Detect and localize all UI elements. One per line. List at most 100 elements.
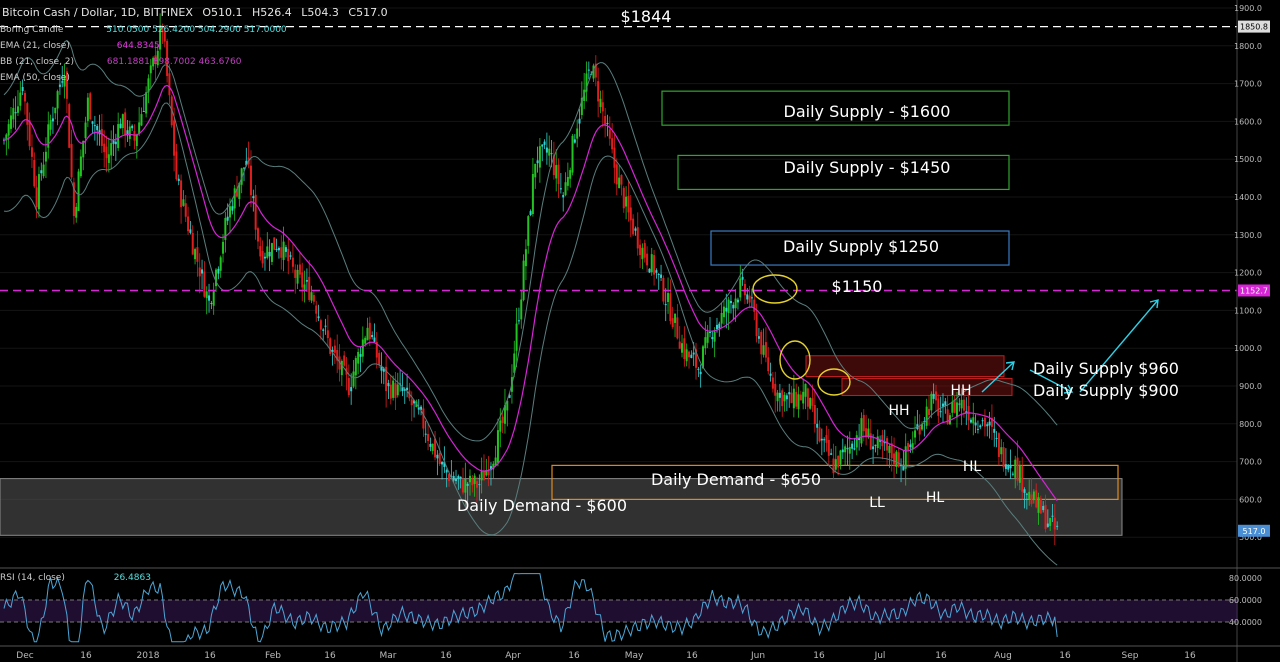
candle-body [343, 355, 346, 366]
candle-body [764, 342, 767, 358]
candle-body [562, 194, 565, 198]
candle-body [739, 278, 742, 298]
candle-body [802, 391, 805, 404]
candle-body [1049, 518, 1052, 526]
candle-body [953, 399, 956, 413]
candle-body [625, 196, 628, 207]
symbol-title[interactable]: Bitcoin Cash / Dollar, 1D, BITFINEX [2, 6, 193, 19]
candle-body [277, 247, 280, 251]
candle-body [566, 176, 569, 186]
candle-body [1011, 473, 1014, 475]
ohlc-close: C517.0 [348, 6, 388, 19]
candle-body [305, 280, 308, 282]
candle-body [357, 351, 360, 364]
candle-body [750, 297, 753, 299]
candle-body [496, 430, 499, 463]
candle-body [799, 394, 802, 401]
candle-body [233, 188, 236, 209]
candle-body [813, 404, 816, 424]
candle-body [469, 475, 471, 483]
price-tick-label: 600.0 [1239, 495, 1262, 504]
candle-body [180, 180, 183, 208]
legend-rsi[interactable]: RSI (14, close) 26.4863 [0, 573, 151, 583]
candle-body [774, 383, 777, 396]
candle-body [37, 174, 40, 210]
candle-body [84, 122, 87, 139]
candle-body [653, 255, 656, 275]
candle-body [501, 416, 504, 423]
candle-body [639, 244, 642, 256]
candle-body [392, 380, 395, 398]
candle-body [226, 216, 229, 221]
candle-body [368, 322, 371, 340]
candle-body [886, 438, 889, 451]
candle-body [23, 92, 26, 102]
candle-body [981, 420, 984, 422]
candle-body [263, 256, 266, 259]
candle-body [941, 403, 944, 407]
candle-body [762, 345, 765, 355]
legend-ema21[interactable]: EMA (21, close) 644.8345 [0, 41, 160, 51]
candle-body [438, 452, 441, 464]
candle-body [646, 253, 649, 266]
candle-body [319, 320, 322, 330]
candle-body [860, 418, 863, 444]
candle-body [622, 187, 625, 209]
candle-body [58, 84, 61, 87]
candle-body [939, 411, 942, 413]
candle-body [846, 448, 849, 450]
candle-body [168, 73, 171, 96]
candle-body [576, 128, 579, 139]
candle-body [1035, 490, 1038, 508]
candle-body [676, 317, 679, 339]
candle-body [96, 126, 99, 131]
candle-body [315, 305, 318, 314]
candle-body [1039, 498, 1042, 514]
time-tick-label: 16 [1059, 651, 1071, 661]
legend-boring-candle[interactable]: Boring Candle 510.0500 526.4200 504.2900… [0, 25, 287, 35]
candle-body [145, 92, 148, 114]
legend-ema50[interactable]: EMA (50, close) [0, 73, 70, 83]
candle-body [657, 274, 660, 276]
price-tick-label: 1700.0 [1234, 80, 1262, 89]
ohlc-high: H526.4 [252, 6, 292, 19]
candle-body [457, 476, 460, 480]
candle-body [1009, 465, 1012, 469]
candle-body [720, 312, 723, 324]
candle-body [708, 331, 711, 333]
candle-body [396, 384, 399, 396]
candle-body [1004, 464, 1007, 470]
candle-body [888, 445, 891, 453]
candle-body [974, 422, 977, 426]
candle-body [937, 398, 940, 416]
candle-body [722, 306, 725, 318]
candle-body [524, 249, 527, 267]
label-supply-900: Daily Supply $900 [1033, 381, 1179, 400]
time-tick-label: Feb [265, 651, 281, 661]
candle-body [7, 124, 10, 136]
candle-body [201, 269, 204, 274]
candle-body [755, 312, 758, 337]
candle-body [1032, 491, 1035, 501]
candle-body [969, 419, 972, 423]
annotation-label: LL [869, 495, 885, 511]
candle-body [844, 446, 847, 453]
candle-body [611, 138, 614, 150]
candle-body [422, 408, 425, 429]
time-tick-label: 16 [686, 651, 698, 661]
legend-bb[interactable]: BB (21, close, 2) 681.1881 898.7002 463.… [0, 57, 241, 67]
candle-body [284, 247, 287, 252]
candle-body [310, 292, 313, 301]
rsi-tick-label: 40.0000 [1229, 618, 1262, 627]
annotation-label: HL [926, 490, 945, 506]
candle-body [12, 108, 15, 120]
candle-body [431, 443, 434, 451]
price-tick-label: 900.0 [1239, 382, 1262, 391]
candle-body [198, 267, 201, 277]
candle-body [354, 358, 357, 376]
candle-body [105, 146, 108, 159]
price-chart[interactable]: Daily Supply - $1600 Daily Supply - $1450… [0, 0, 1280, 662]
candle-body [436, 454, 439, 459]
candle-body [660, 274, 663, 278]
candle-body [173, 120, 176, 156]
